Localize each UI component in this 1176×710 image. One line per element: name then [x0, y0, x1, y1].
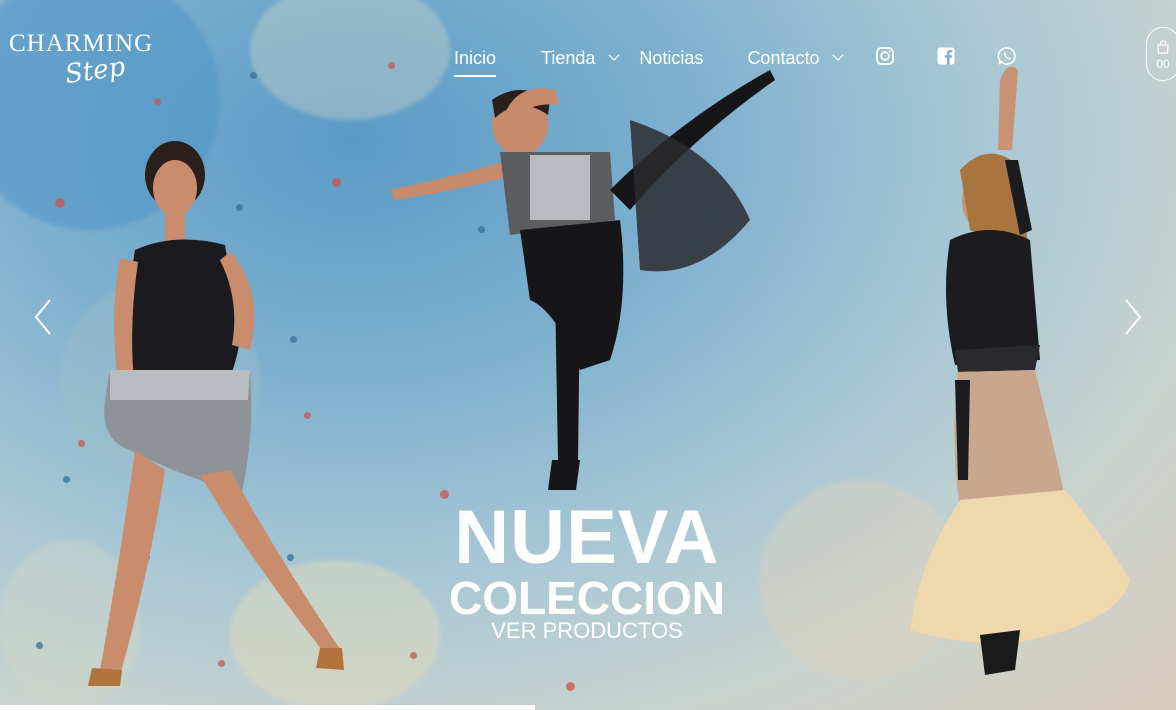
nav-item-inicio[interactable]: Inicio	[454, 47, 497, 77]
brand-script: Step	[63, 51, 128, 91]
bokeh-dot	[63, 476, 70, 483]
shopping-bag-icon	[1157, 40, 1169, 54]
nav-item-label: Tienda	[541, 47, 596, 68]
nav-item-noticias[interactable]: Noticias	[639, 48, 703, 69]
nav-item-label: Contacto	[747, 47, 820, 68]
chevron-left-icon[interactable]	[32, 298, 54, 336]
cart-count: 00	[1156, 57, 1170, 71]
bokeh-dot	[250, 72, 257, 79]
nav-item-tienda[interactable]: Tienda	[541, 48, 621, 69]
nav-item-label: Noticias	[639, 47, 704, 68]
bokeh-dot	[154, 98, 161, 105]
bokeh-dot	[36, 642, 43, 649]
bokeh-dot	[410, 652, 417, 659]
hero-subheadline: COLECCION	[449, 572, 725, 624]
dancer-right-image	[910, 66, 1130, 675]
nav-item-contacto[interactable]: Contacto	[747, 48, 845, 69]
hero-headline: NUEVA	[454, 495, 720, 580]
hero-caption: NUEVA COLECCION VER PRODUCTOS	[432, 498, 742, 646]
chevron-right-icon[interactable]	[1122, 298, 1144, 336]
nav-item-label: Inicio	[454, 47, 497, 68]
dancer-left-image	[88, 141, 344, 686]
slider-progress-bar	[0, 705, 536, 710]
chevron-down-icon	[608, 54, 620, 61]
dancer-center-image	[390, 70, 775, 490]
main-nav: Inicio Tienda Noticias Contacto	[454, 44, 845, 77]
bokeh-dot	[55, 198, 65, 208]
bokeh-dot	[566, 682, 575, 691]
facebook-icon[interactable]	[936, 46, 956, 66]
instagram-icon[interactable]	[875, 46, 895, 66]
whatsapp-icon[interactable]	[997, 46, 1017, 66]
chevron-down-icon	[833, 54, 844, 61]
brand-name: CHARMING	[9, 30, 154, 57]
cart-button[interactable]: 00	[1146, 27, 1176, 81]
brand-logo[interactable]: CHARMING Step	[9, 30, 164, 90]
